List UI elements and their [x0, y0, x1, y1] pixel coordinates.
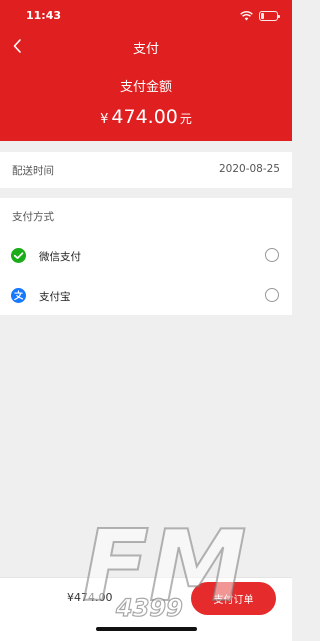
payment-option-label: 支付宝 [39, 291, 71, 303]
status-bar: 11:43 [0, 0, 292, 30]
delivery-time-label: 配送时间 [12, 165, 54, 177]
amount-unit: 元 [179, 112, 192, 126]
amount-display: ¥474.00 元 [0, 106, 292, 128]
payment-option-label: 微信支付 [39, 251, 81, 263]
battery-icon [259, 11, 280, 21]
amount-label: 支付金额 [119, 80, 172, 95]
payment-method-title: 支付方式 [12, 211, 54, 223]
delivery-time-row: 配送时间 2020-08-25 [0, 152, 292, 188]
alipay-icon [11, 288, 26, 303]
home-indicator [96, 627, 197, 631]
alipay-radio[interactable] [265, 288, 279, 302]
wifi-icon [240, 11, 253, 21]
status-time: 11:43 [26, 9, 62, 22]
amount-value: 474.00 [111, 106, 178, 128]
submit-order-button[interactable]: 支付订单 [191, 582, 276, 615]
wechat-radio[interactable] [265, 248, 279, 262]
footer-total: ¥474.00 [67, 591, 113, 604]
page-title: 支付 [132, 42, 159, 57]
delivery-date: 2020-08-25 [218, 163, 280, 175]
payment-method-section: 支付方式 微信支付 支付宝 [0, 198, 292, 315]
payment-option-alipay[interactable]: 支付宝 [0, 281, 292, 311]
checkout-bar: ¥474.00 支付订单 [0, 577, 292, 641]
payment-option-wechat[interactable]: 微信支付 [0, 241, 292, 271]
payment-header: 11:43 支付 支付金额 ¥474.00 元 [0, 0, 292, 141]
status-icons [240, 10, 280, 22]
wechat-pay-icon [11, 248, 26, 263]
currency-symbol: ¥ [100, 112, 109, 127]
